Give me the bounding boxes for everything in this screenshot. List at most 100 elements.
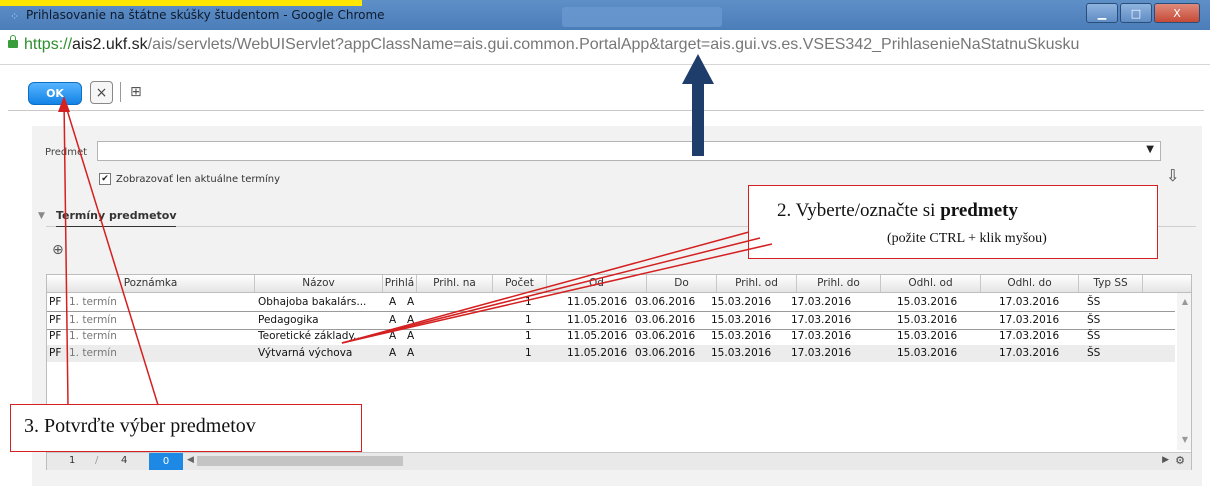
step2-bold: predmety (940, 200, 1018, 221)
grid-icon[interactable]: ⊞ (130, 84, 142, 100)
cell-prihl-do: 17.03.2016 (791, 296, 852, 308)
table-header: Poznámka Názov Prihlá Prihl. na Počet Od… (47, 275, 1191, 293)
cell-poznamka: 1. termín (69, 314, 117, 326)
col-odhl-od[interactable]: Odhl. od (881, 275, 981, 292)
cell-odhl-do: 17.03.2016 (999, 347, 1060, 359)
scroll-right-icon[interactable]: ▶ (1162, 455, 1169, 465)
cell-pocet: 1 (525, 347, 532, 359)
col-do[interactable]: Do (647, 275, 717, 292)
cell-odhl-do: 17.03.2016 (999, 314, 1060, 326)
col-odhl-do[interactable]: Odhl. do (981, 275, 1079, 292)
section-title-underline (56, 226, 176, 227)
cell-prihl-do: 17.03.2016 (791, 347, 852, 359)
cell-typ: ŠS (1087, 296, 1101, 308)
scroll-down-icon[interactable]: ▼ (1182, 435, 1188, 444)
url-path: /ais/servlets/WebUIServlet?appClassName=… (147, 36, 1080, 53)
scroll-up-icon[interactable]: ▲ (1182, 297, 1188, 306)
cancel-button[interactable]: × (90, 81, 113, 104)
cell-prihl-na: A (407, 347, 415, 359)
close-window-button[interactable]: X (1154, 3, 1200, 23)
col-prihl-od[interactable]: Prihl. od (717, 275, 797, 292)
col-prihla[interactable]: Prihlá (383, 275, 417, 292)
cell-pf: PF (49, 314, 62, 326)
table-row[interactable]: PF 1. termín Výtvarná výchova A A 1 11.05.2016… (47, 345, 1175, 362)
cell-odhl-do: 17.03.2016 (999, 296, 1060, 308)
vertical-scrollbar[interactable] (1177, 293, 1191, 450)
gear-icon[interactable]: ⚙ (1175, 454, 1185, 467)
maximize-button[interactable]: □ (1120, 3, 1152, 23)
cell-prihl-na: A (407, 296, 415, 308)
toolbar-divider (120, 82, 121, 102)
cell-typ: ŠS (1087, 330, 1101, 342)
cell-prihl-do: 17.03.2016 (791, 314, 852, 326)
cell-odhl-od: 15.03.2016 (897, 347, 958, 359)
collapse-icon[interactable]: ▼ (38, 211, 45, 221)
url-scheme: https:// (24, 36, 73, 53)
cell-odhl-od: 15.03.2016 (897, 330, 958, 342)
col-od[interactable]: Od (547, 275, 647, 292)
cell-do: 03.06.2016 (635, 330, 696, 342)
cell-nazov: Pedagogika (258, 314, 319, 326)
chevron-down-icon[interactable]: ▼ (1146, 144, 1154, 155)
cell-prihl-od: 15.03.2016 (711, 330, 772, 342)
table-row[interactable]: PF 1. termín Obhajoba bakalárs... A A 1 11.05.… (47, 294, 1175, 311)
cell-nazov: Výtvarná výchova (258, 347, 353, 359)
cell-poznamka: 1. termín (69, 330, 117, 342)
cell-pf: PF (49, 347, 62, 359)
address-bar[interactable]: https://ais2.ukf.sk/ais/servlets/WebUISe… (0, 30, 1210, 65)
cell-pocet: 1 (525, 314, 532, 326)
step2-text: 2. Vyberte/označte si predmety (777, 200, 1018, 222)
cell-poznamka: 1. termín (69, 347, 117, 359)
cell-odhl-od: 15.03.2016 (897, 296, 958, 308)
section-title[interactable]: Termíny predmetov (56, 209, 177, 222)
cell-prihl-od: 15.03.2016 (711, 296, 772, 308)
col-prihl-na[interactable]: Prihl. na (417, 275, 493, 292)
cell-prihl-na: A (407, 330, 415, 342)
step2-annotation: 2. Vyberte/označte si predmety (požite C… (748, 185, 1158, 259)
cell-prihl-od: 15.03.2016 (711, 347, 772, 359)
pager-bar: 1 / 4 0 ◀ ▶ ⚙ (47, 452, 1191, 470)
ok-button[interactable]: OK (28, 82, 82, 105)
cell-pocet: 1 (525, 296, 532, 308)
selected-count-badge: 0 (149, 453, 183, 470)
download-arrow-icon[interactable]: ⇩ (1166, 166, 1179, 185)
minimize-button[interactable]: ▁ (1086, 3, 1118, 23)
cell-odhl-od: 15.03.2016 (897, 314, 958, 326)
cell-prihl-do: 17.03.2016 (791, 330, 852, 342)
cell-typ: ŠS (1087, 347, 1101, 359)
zoom-in-icon[interactable]: ⊕ (52, 242, 64, 258)
cell-pf: PF (49, 330, 62, 342)
window-title: Prihlasovanie na štátne skúšky študentom… (26, 8, 385, 22)
cell-odhl-do: 17.03.2016 (999, 330, 1060, 342)
col-prihl-do[interactable]: Prihl. do (797, 275, 881, 292)
url-text[interactable]: https://ais2.ukf.sk/ais/servlets/WebUISe… (24, 36, 1079, 54)
current-terms-checkbox[interactable]: ✔ (99, 173, 111, 185)
predmet-label: Predmet (45, 147, 88, 158)
cell-nazov: Obhajoba bakalárs... (258, 296, 367, 308)
col-poznamka[interactable]: Poznámka (47, 275, 255, 292)
cell-typ: ŠS (1087, 314, 1101, 326)
highlight-strip (0, 0, 362, 6)
cell-nazov: Teoretické základy... (258, 330, 364, 342)
cell-pf: PF (49, 296, 62, 308)
page-separator: / (95, 455, 99, 466)
col-typ-ss[interactable]: Typ SS (1079, 275, 1143, 292)
cell-prihl-od: 15.03.2016 (711, 314, 772, 326)
lock-icon (8, 35, 18, 48)
page-current[interactable]: 1 (69, 455, 75, 466)
cell-prihl-na: A (407, 314, 415, 326)
cell-do: 03.06.2016 (635, 314, 696, 326)
step2-prefix: 2. Vyberte/označte si (777, 200, 941, 221)
cell-do: 03.06.2016 (635, 296, 696, 308)
step2-hint: (požite CTRL + klik myšou) (887, 231, 1047, 246)
background-window-tab[interactable] (562, 7, 722, 27)
app-toolbar: OK × ⊞ (8, 66, 1204, 111)
table-row[interactable]: PF 1. termín Teoretické základy... A A 1 11.05… (47, 328, 1175, 345)
col-nazov[interactable]: Názov (255, 275, 383, 292)
step3-text: 3. Potvrďte výber predmetov (24, 415, 256, 437)
col-pocet[interactable]: Počet (493, 275, 547, 292)
predmet-select[interactable]: ▼ (97, 141, 1161, 161)
window-controls: ▁ □ X (1086, 3, 1200, 23)
scroll-left-icon[interactable]: ◀ (187, 455, 194, 465)
horizontal-scrollbar-thumb[interactable] (197, 456, 403, 466)
